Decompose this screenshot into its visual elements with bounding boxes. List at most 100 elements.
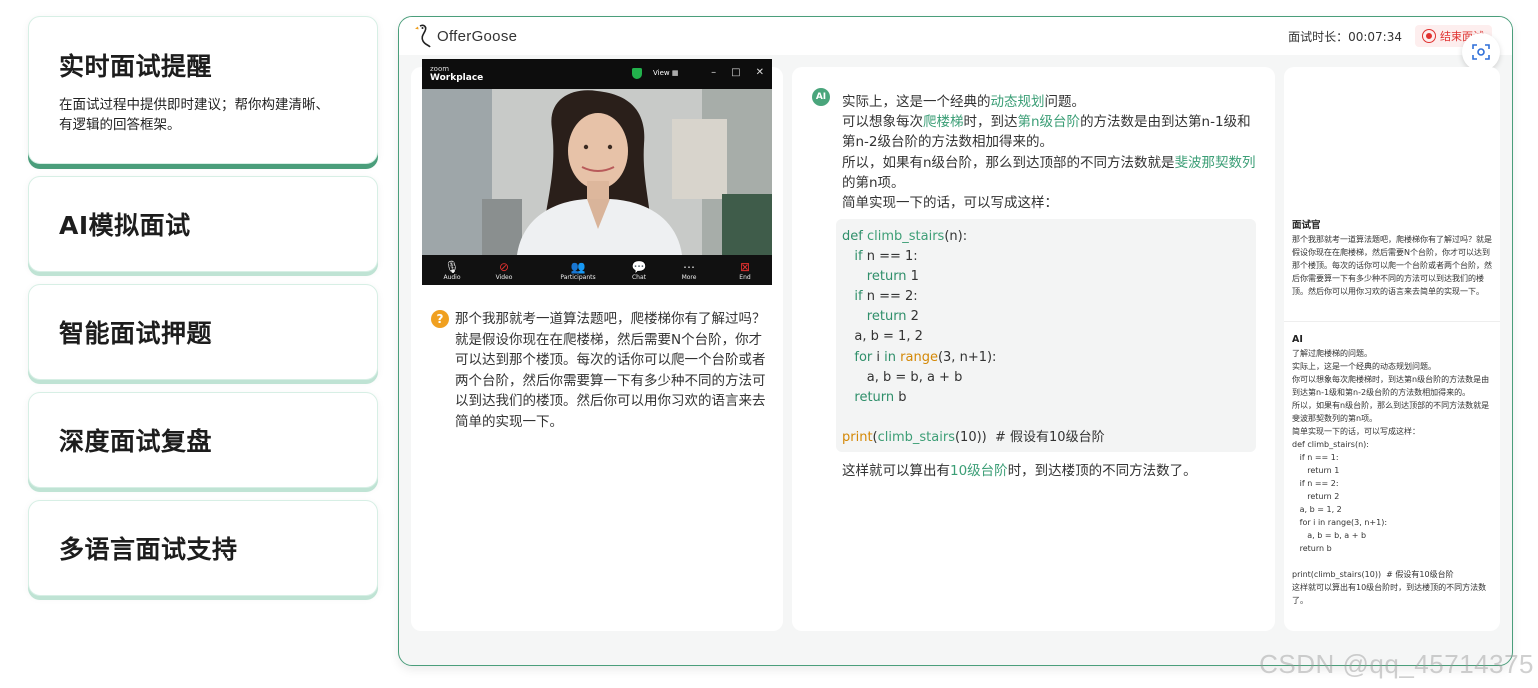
video-off-icon: ⊘ bbox=[498, 259, 510, 274]
code-line: return 2 bbox=[842, 307, 1250, 327]
zoom-view-label: View bbox=[653, 69, 670, 77]
question-text: 那个我那就考一道算法题吧，爬楼梯你有了解过吗？就是假设你现在在爬楼梯，然后需要N… bbox=[455, 311, 766, 430]
code-text: (n): bbox=[944, 229, 968, 244]
answer-text: 时，到达楼顶的不同方法数了。 bbox=[1007, 463, 1197, 479]
zoom-participants-label: Participants bbox=[560, 273, 596, 281]
zoom-view-button[interactable]: View ▦ bbox=[653, 69, 678, 77]
zoom-brand-bottom: Workplace bbox=[430, 73, 484, 83]
more-icon: ⋯ bbox=[683, 259, 695, 274]
zoom-titlebar: zoom Workplace View ▦ – □ ✕ bbox=[422, 59, 772, 89]
watermark: CSDN @qq_45714375 bbox=[1259, 649, 1534, 679]
code-line: a, b = b, a + b bbox=[842, 368, 1250, 388]
transcript-text: 这样就可以算出有10级台阶时，到达楼顶的不同方法数了。 bbox=[1292, 583, 1487, 605]
maximize-icon[interactable]: □ bbox=[731, 67, 740, 78]
question-mark-icon: ? bbox=[431, 310, 449, 328]
zoom-window: zoom Workplace View ▦ – □ ✕ 🎙 Audio ⊘ Vi… bbox=[422, 59, 772, 285]
app-header: OfferGoose 面试时长：00:07:34 结束面试 bbox=[399, 17, 1512, 55]
transcript-interviewer: 面试官 那个我那就考一道算法题吧，爬楼梯你有了解过吗？就是假设你现在在爬楼梯，然… bbox=[1292, 219, 1492, 298]
timer-label: 面试时长： bbox=[1288, 30, 1349, 44]
code-block: def climb_stairs(n): if n == 1: return 1… bbox=[836, 219, 1256, 452]
speaker-label: AI bbox=[1292, 334, 1303, 345]
code-text: (10)) # 假设有10级台阶 bbox=[954, 429, 1105, 445]
answer-keyword: 斐波那契数列 bbox=[1174, 154, 1256, 171]
code-keyword: return bbox=[866, 309, 907, 325]
code-text: a, b = b, a + b bbox=[866, 369, 963, 385]
zoom-audio-label: Audio bbox=[443, 273, 461, 281]
close-icon[interactable]: ✕ bbox=[756, 67, 764, 78]
answer-text: 所以，如果有n级台阶，那么到达顶部的不同方法数就是 bbox=[842, 154, 1175, 171]
feature-title: AI模拟面试 bbox=[59, 211, 191, 240]
answer-line: 可以想象每次爬楼梯时，到达第n级台阶的方法数是由到达第n-1级和第n-2级台阶的… bbox=[842, 112, 1262, 152]
answer-text: 可以想象每次 bbox=[842, 114, 923, 131]
minimize-icon[interactable]: – bbox=[711, 67, 716, 78]
answer-text: 的第n项。 bbox=[842, 174, 905, 191]
feature-desc: 在面试过程中提供即时建议；帮你构建清晰、有逻辑的回答框架。 bbox=[59, 97, 329, 133]
transcript-text: 你可以想象每次爬楼梯时，到达第n级台阶的方法数是由到达第n-1级和第n-2级台阶… bbox=[1292, 375, 1490, 397]
zoom-participants-button[interactable]: 👥 Participants bbox=[558, 260, 598, 281]
code-text: n == 1: bbox=[862, 249, 918, 265]
logo-text: OfferGoose bbox=[437, 27, 518, 45]
code-text: (3, n+1): bbox=[937, 349, 997, 365]
code-keyword: if bbox=[854, 289, 863, 305]
answer-line: 简单实现一下的话，可以写成这样： bbox=[842, 195, 1058, 212]
transcript-ai: AI 了解过爬楼梯的问题。 实际上，这是一个经典的动态规划问题。 你可以想象每次… bbox=[1292, 333, 1492, 607]
screenshot-scan-button[interactable] bbox=[1462, 33, 1500, 71]
transcript-panel: 面试官 那个我那就考一道算法题吧，爬楼梯你有了解过吗？就是假设你现在在爬楼梯，然… bbox=[1284, 67, 1500, 631]
code-line: print(climb_stairs(10)) # 假设有10级台阶 bbox=[842, 428, 1250, 448]
code-line: a, b = 1, 2 bbox=[842, 327, 1250, 347]
ai-answer-panel: AI 实际上，这是一个经典的动态规划问题。 可以想象每次爬楼梯时，到达第n级台阶… bbox=[792, 67, 1275, 631]
answer-keyword: 爬楼梯 bbox=[923, 114, 964, 131]
code-line: return 1 bbox=[842, 267, 1250, 287]
code-keyword: if bbox=[854, 249, 863, 265]
answer-keyword: 10级台阶 bbox=[950, 463, 1008, 479]
interviewer-question: ? 那个我那就考一道算法题吧，爬楼梯你有了解过吗？就是假设你现在在爬楼梯，然后需… bbox=[431, 309, 767, 432]
speaker-label: 面试官 bbox=[1292, 220, 1321, 231]
feature-card-realtime-reminder[interactable]: 实时面试提醒 在面试过程中提供即时建议；帮你构建清晰、有逻辑的回答框架。 bbox=[28, 16, 378, 164]
record-stop-icon bbox=[1423, 30, 1435, 42]
scan-icon bbox=[1472, 44, 1490, 60]
goose-logo-icon bbox=[415, 24, 431, 48]
code-text: n == 2: bbox=[862, 289, 918, 305]
timer-value: 00:07:34 bbox=[1348, 30, 1402, 44]
answer-text: 时，到达 bbox=[963, 114, 1018, 131]
feature-title: 深度面试复盘 bbox=[59, 427, 213, 456]
answer-line: 实际上，这是一个经典的动态规划问题。 bbox=[842, 92, 1262, 112]
transcript-text: 了解过爬楼梯的问题。 bbox=[1292, 349, 1372, 358]
code-line: if n == 1: bbox=[842, 247, 1250, 267]
zoom-more-button[interactable]: ⋯ More bbox=[669, 260, 709, 281]
code-line: if n == 2: bbox=[842, 287, 1250, 307]
transcript-code: def climb_stairs(n): if n == 1: return 1… bbox=[1292, 440, 1454, 579]
answer-text: 问题。 bbox=[1044, 94, 1086, 110]
security-shield-icon bbox=[632, 68, 642, 79]
feature-card-ai-mock-interview[interactable]: AI模拟面试 bbox=[28, 176, 378, 272]
interviewer-video-image bbox=[422, 89, 772, 255]
zoom-video-button[interactable]: ⊘ Video bbox=[484, 260, 524, 281]
end-call-icon: ⊠ bbox=[739, 259, 751, 274]
ai-avatar-icon: AI bbox=[812, 88, 830, 106]
zoom-control-bar: 🎙 Audio ⊘ Video 👥 Participants 💬 Chat ⋯ bbox=[422, 255, 772, 285]
app-window: OfferGoose 面试时长：00:07:34 结束面试 zoom Workp… bbox=[398, 16, 1513, 666]
zoom-end-button[interactable]: ⊠ End bbox=[725, 260, 765, 281]
interview-timer: 面试时长：00:07:34 bbox=[1288, 28, 1402, 45]
answer-text: 这样就可以算出有 bbox=[842, 463, 950, 479]
feature-card-question-prediction[interactable]: 智能面试押题 bbox=[28, 284, 378, 380]
zoom-end-label: End bbox=[739, 273, 751, 281]
zoom-video-label: Video bbox=[495, 273, 513, 281]
zoom-chat-button[interactable]: 💬 Chat bbox=[619, 260, 659, 281]
zoom-audio-button[interactable]: 🎙 Audio bbox=[432, 260, 472, 281]
code-keyword: in bbox=[884, 349, 897, 365]
code-function: climb_stairs bbox=[866, 229, 945, 244]
ai-answer-text: 实际上，这是一个经典的动态规划问题。 可以想象每次爬楼梯时，到达第n级台阶的方法… bbox=[842, 92, 1262, 213]
feature-title: 实时面试提醒 bbox=[59, 52, 213, 81]
logo: OfferGoose bbox=[415, 23, 517, 49]
feature-card-interview-review[interactable]: 深度面试复盘 bbox=[28, 392, 378, 488]
participants-icon: 👥 bbox=[570, 259, 586, 274]
meeting-panel: zoom Workplace View ▦ – □ ✕ 🎙 Audio ⊘ Vi… bbox=[411, 59, 783, 631]
code-keyword: for bbox=[854, 349, 873, 365]
answer-line: 所以，如果有n级台阶，那么到达顶部的不同方法数就是斐波那契数列的第n项。 bbox=[842, 153, 1262, 193]
transcript-text: 实际上，这是一个经典的动态规划问题。 bbox=[1292, 362, 1436, 371]
chat-icon: 💬 bbox=[631, 259, 647, 274]
feature-card-multilingual[interactable]: 多语言面试支持 bbox=[28, 500, 378, 596]
code-keyword: return bbox=[866, 269, 907, 285]
window-controls: – □ ✕ bbox=[711, 67, 764, 78]
